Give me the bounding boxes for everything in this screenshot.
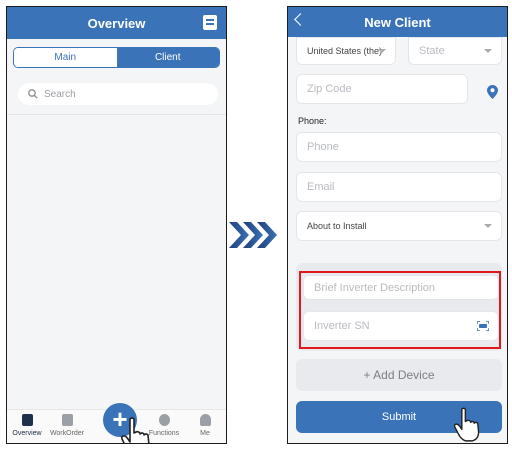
segmented-control: Main Client (13, 47, 220, 68)
tab-main[interactable]: Main (14, 48, 117, 67)
page-title: Overview (87, 15, 146, 31)
overview-icon (21, 414, 33, 426)
back-arrow-icon[interactable] (294, 13, 307, 26)
email-placeholder: Email (307, 181, 335, 193)
overview-screen: Overview Main Client Search Overview Wor… (6, 6, 227, 444)
state-select[interactable]: State (408, 37, 502, 65)
search-icon (28, 89, 38, 99)
location-pin-icon[interactable] (487, 85, 498, 99)
highlight-box (299, 271, 501, 349)
tab-label: Me (200, 430, 210, 437)
chevron-down-icon (484, 224, 492, 228)
zip-placeholder: Zip Code (307, 83, 352, 95)
chevron-down-icon (378, 49, 386, 53)
zip-code-input[interactable]: Zip Code (296, 74, 468, 104)
workorder-icon (61, 414, 73, 426)
divider (7, 114, 226, 115)
add-device-button[interactable]: + Add Device (296, 359, 502, 391)
search-placeholder: Search (44, 88, 76, 100)
new-client-screen: New Client United States (the) State Zip… (287, 6, 508, 444)
chevron-down-icon (484, 49, 492, 53)
tab-label: Overview (12, 430, 42, 437)
country-select[interactable]: United States (the) (296, 37, 396, 65)
tab-workorder[interactable]: WorkOrder (47, 414, 87, 437)
install-status-value: About to Install (307, 221, 367, 231)
country-value: United States (the) (307, 46, 383, 56)
search-input[interactable]: Search (18, 83, 218, 105)
phone-label: Phone: (298, 116, 327, 126)
overview-header: Overview (7, 7, 226, 39)
state-placeholder: State (419, 45, 445, 57)
page-title: New Client (364, 14, 431, 30)
functions-icon (158, 414, 170, 426)
tab-overview[interactable]: Overview (7, 414, 47, 437)
phone-placeholder: Phone (307, 141, 339, 153)
pointer-hand-icon (120, 417, 150, 443)
new-client-header: New Client (288, 7, 507, 37)
tab-me[interactable]: Me (185, 414, 225, 437)
phone-input[interactable]: Phone (296, 132, 502, 162)
tab-label: WorkOrder (49, 430, 85, 437)
person-icon (199, 414, 211, 426)
arrow-right-icon (229, 222, 277, 248)
pointer-hand-icon (453, 407, 480, 442)
tab-client[interactable]: Client (116, 48, 219, 67)
email-input[interactable]: Email (296, 172, 502, 202)
document-icon[interactable] (203, 15, 217, 30)
install-status-select[interactable]: About to Install (296, 211, 502, 241)
